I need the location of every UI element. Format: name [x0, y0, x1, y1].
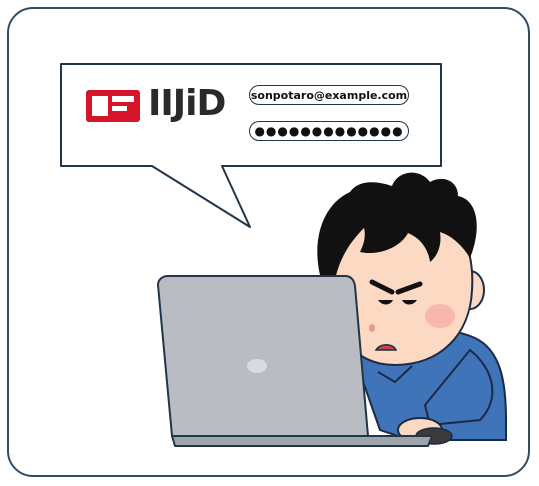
email-field[interactable]: sonpotaro@example.com — [249, 85, 409, 105]
password-field[interactable]: ●●●●●●●●●●●●● — [249, 121, 409, 141]
iij-logo-mark — [86, 90, 140, 122]
email-value: sonpotaro@example.com — [250, 88, 408, 102]
password-mask: ●●●●●●●●●●●●● — [254, 124, 404, 138]
illustration-scene — [60, 63, 507, 447]
iij-id-logo-text: IIJiD — [148, 83, 226, 124]
